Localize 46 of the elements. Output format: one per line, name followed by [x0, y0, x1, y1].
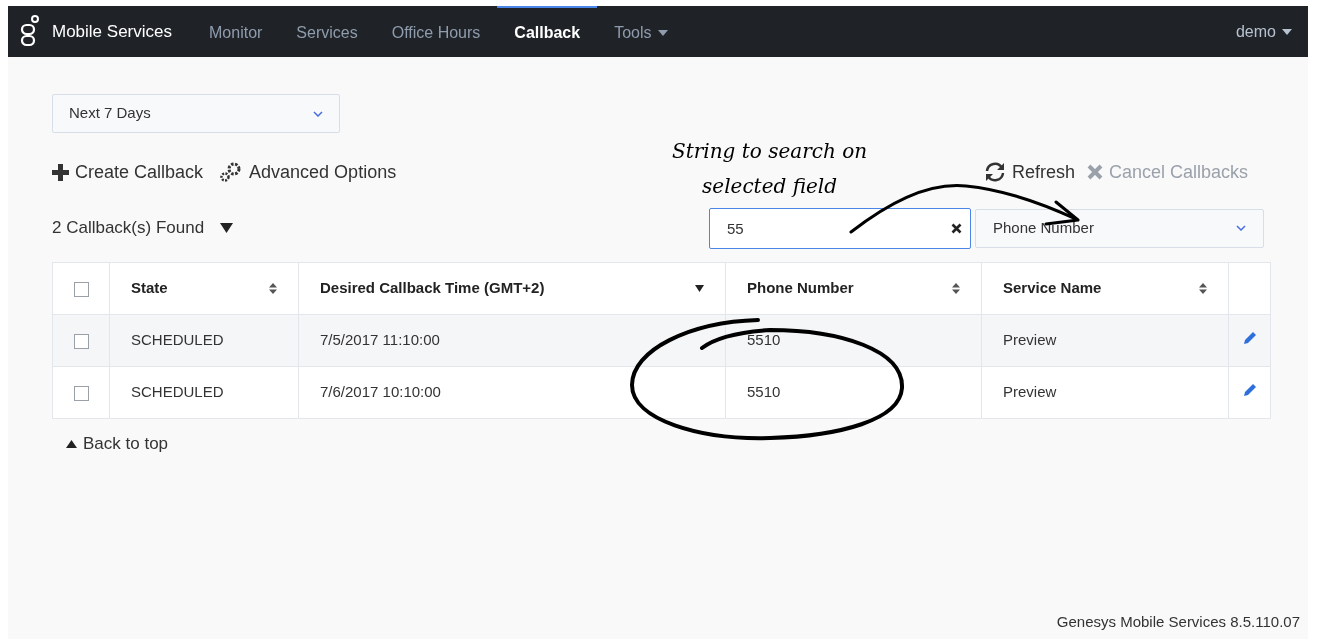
logo-icon: [20, 14, 40, 49]
table-cell: 5510: [725, 366, 982, 419]
checkbox[interactable]: [73, 281, 89, 297]
close-icon: [1086, 164, 1103, 180]
nav-tab[interactable]: Services: [279, 6, 375, 57]
pencil-icon: [1242, 383, 1257, 398]
caret-up-icon: [66, 439, 77, 448]
table-cell: SCHEDULED: [109, 366, 299, 419]
results-count[interactable]: 2 Callback(s) Found: [52, 215, 234, 241]
caret-icon: [1282, 28, 1292, 35]
checkbox[interactable]: [73, 333, 89, 349]
version-text: Genesys Mobile Services 8.5.110.07: [1056, 611, 1300, 632]
nav-tab[interactable]: Callback: [497, 6, 598, 57]
table-cell: 5510: [725, 314, 982, 367]
field-select[interactable]: Phone Number: [975, 208, 1264, 248]
user-menu[interactable]: demo: [1235, 19, 1292, 44]
brand-name[interactable]: Mobile Services: [52, 18, 172, 45]
chevron-down-icon: [313, 110, 323, 117]
table-cell: Preview: [981, 366, 1229, 419]
annotation-text: String to search on selected field: [672, 138, 868, 200]
plus-icon: [52, 163, 69, 181]
table-cell: Preview: [981, 314, 1229, 367]
edit-button[interactable]: [1242, 383, 1257, 398]
create-button[interactable]: Create Callback: [52, 158, 204, 186]
back-to-top-link[interactable]: Back to top: [66, 431, 169, 457]
refresh-icon: [983, 162, 1006, 182]
nav-tab[interactable]: Monitor: [192, 6, 280, 57]
column-header[interactable]: Phone Number: [725, 262, 982, 315]
refresh-button[interactable]: Refresh: [983, 158, 1075, 186]
table-cell: SCHEDULED: [109, 314, 299, 367]
edit-button[interactable]: [1242, 331, 1257, 346]
search-field[interactable]: 55: [709, 207, 971, 249]
checkbox[interactable]: [73, 385, 89, 401]
table-cell: 7/6/2017 10:10:00: [298, 366, 726, 419]
column-header[interactable]: State: [109, 262, 299, 315]
advanced-button[interactable]: Advanced Options: [219, 158, 397, 186]
clear-icon[interactable]: [951, 222, 962, 234]
caret-icon: [220, 223, 234, 233]
table-cell: 7/5/2017 11:10:00: [298, 314, 726, 367]
pencil-icon: [1242, 331, 1257, 346]
period-select[interactable]: Next 7 Days: [52, 94, 340, 133]
nav-tab[interactable]: Office Hours: [374, 6, 498, 57]
nav-tab[interactable]: Tools: [597, 6, 685, 57]
column-header[interactable]: Desired Callback Time (GMT+2): [298, 262, 726, 315]
column-header[interactable]: Service Name: [981, 262, 1229, 315]
chevron-down-icon: [1236, 225, 1246, 231]
